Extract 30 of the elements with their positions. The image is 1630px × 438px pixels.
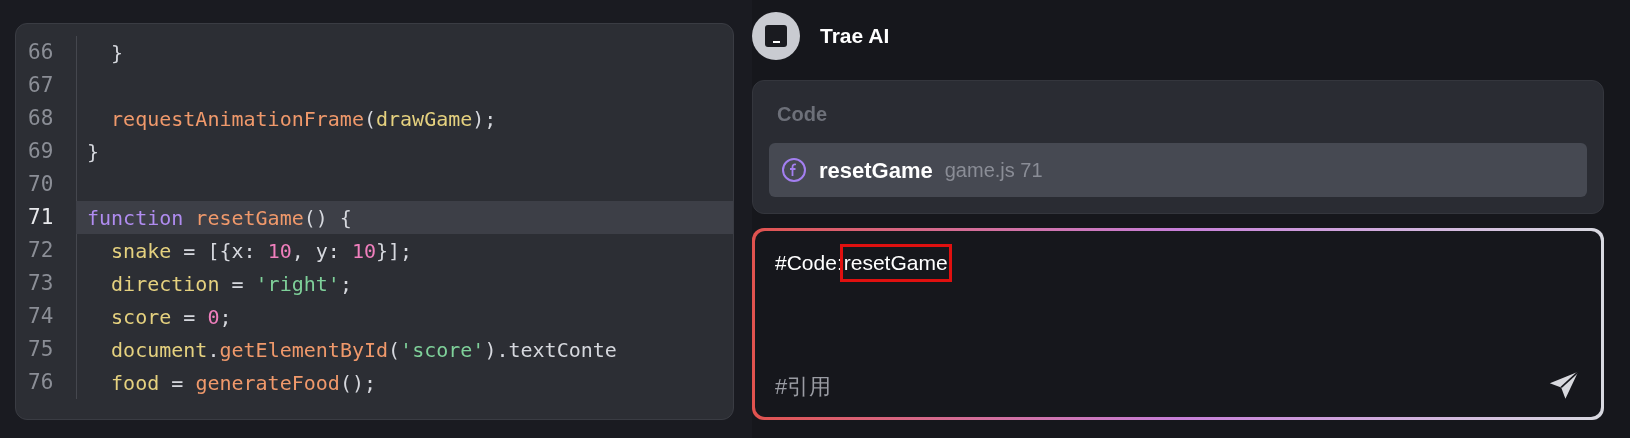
code-line: direction = 'right'; [76, 267, 733, 300]
assistant-name: Trae AI [820, 23, 890, 50]
code-line: score = 0; [76, 300, 733, 333]
mention-text: resetGame [842, 247, 949, 279]
line-number: 68 [27, 104, 55, 132]
suggestion-item[interactable]: resetGame game.js 71 [769, 143, 1587, 197]
code-line: } [76, 135, 733, 168]
line-number: 66 [27, 38, 55, 66]
line-number: 69 [27, 137, 55, 165]
popup-heading: Code [777, 102, 828, 127]
line-number: 76 [27, 368, 55, 396]
code-line: food = generateFood(); [76, 366, 733, 399]
symbol-name: resetGame [819, 156, 933, 185]
chat-input[interactable]: #Code:resetGame #引用 [755, 231, 1601, 417]
function-icon [781, 157, 807, 183]
terminal-icon [765, 25, 787, 47]
code-line: snake = [{x: 10, y: 10}]; [76, 234, 733, 267]
line-number: 70 [27, 170, 55, 198]
line-number: 71 [27, 203, 55, 231]
input-text: #Code: [775, 250, 843, 276]
symbol-location: game.js 71 [944, 158, 1043, 183]
line-number: 72 [27, 236, 55, 264]
code-line: } [76, 36, 733, 69]
reference-button[interactable]: #引用 [775, 369, 832, 403]
line-number: 74 [27, 302, 55, 330]
line-number: 67 [27, 71, 55, 99]
line-number: 75 [27, 335, 55, 363]
code-line: document.getElementById('score').textConte [76, 333, 733, 366]
code-line: requestAnimationFrame(drawGame); [76, 102, 733, 135]
line-number: 73 [27, 269, 55, 297]
